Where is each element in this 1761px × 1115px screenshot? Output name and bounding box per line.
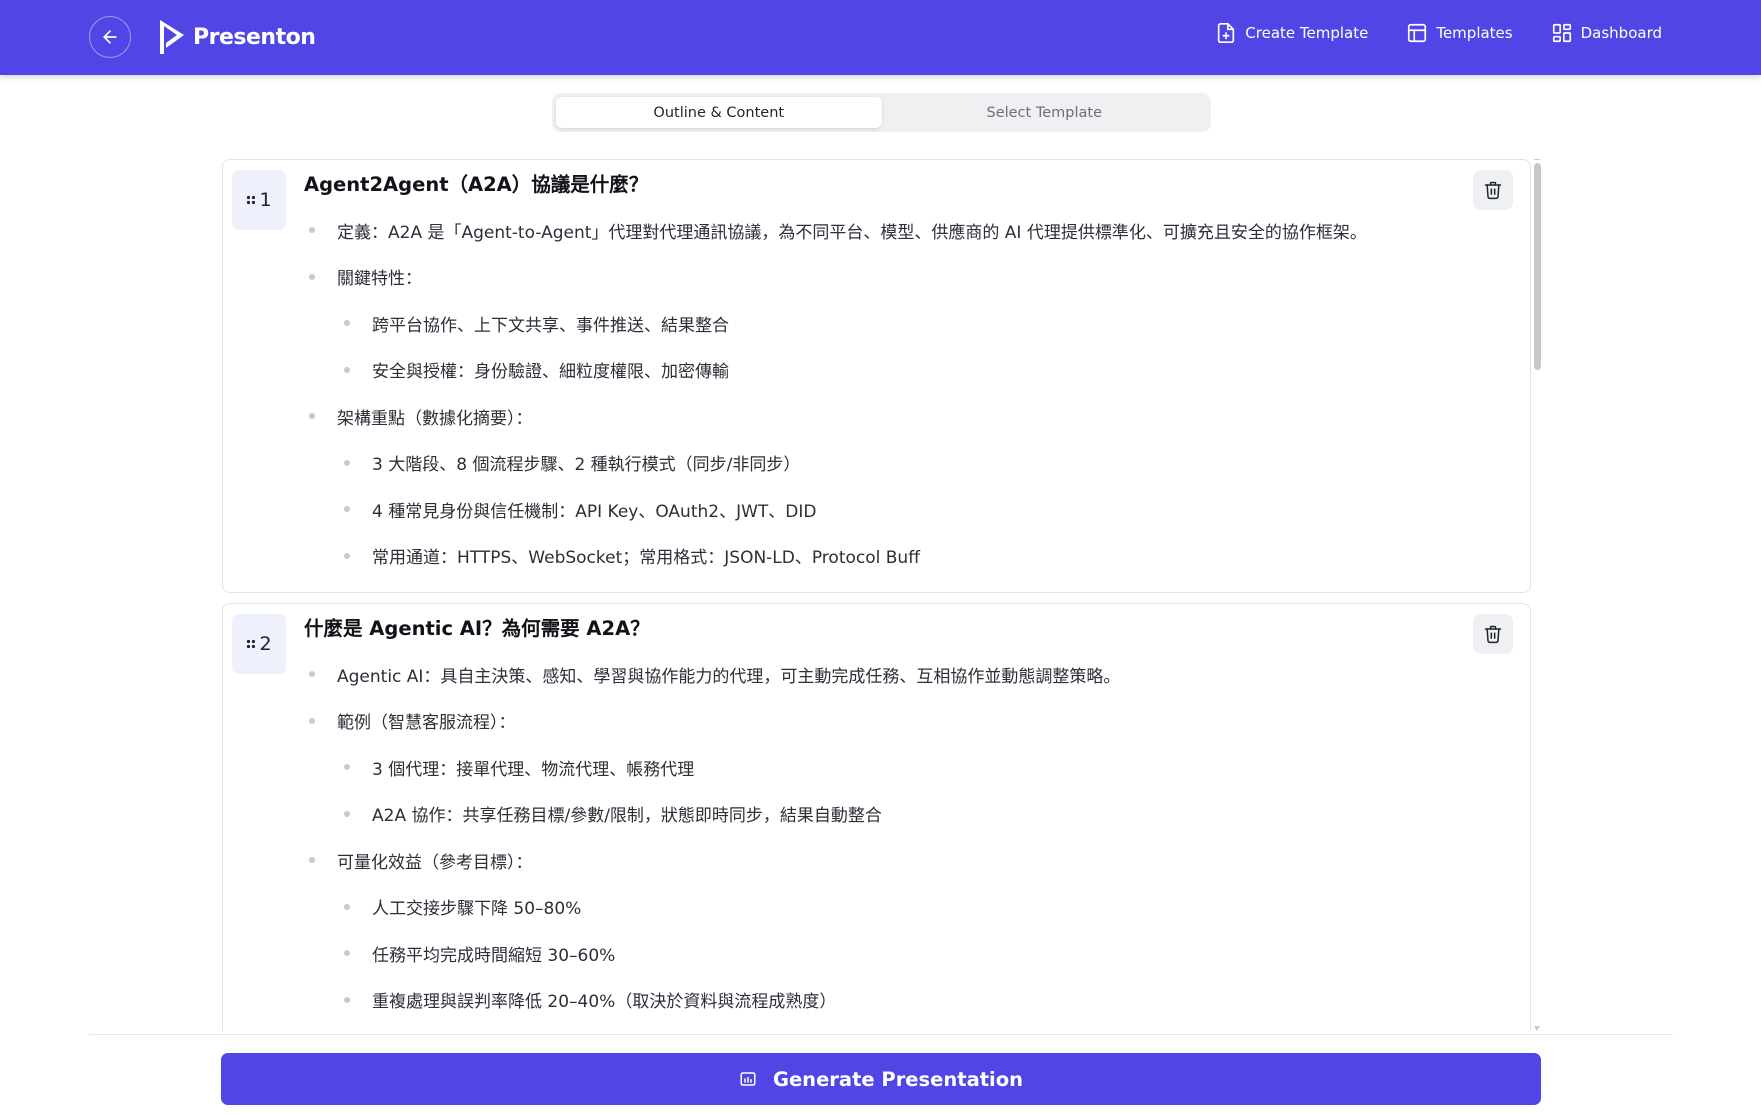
layout-icon: [1408, 23, 1427, 43]
file-plus-icon: [1218, 23, 1235, 43]
list-item: 3 大階段、8 個流程步驟、2 種執行模式（同步/非同步）: [311, 440, 1500, 487]
list-item: 關鍵特性：: [309, 254, 1500, 301]
top-nav: Create Template Templates Dashboard: [1177, 22, 1662, 44]
trash-icon: [1484, 181, 1502, 200]
scroll-down-icon[interactable]: [1534, 1026, 1540, 1031]
list-item: Agentic AI：具自主決策、感知、學習與協作能力的代理，可主動完成任務、互…: [309, 651, 1500, 698]
slide-card: 2 什麼是 Agentic AI？為何需要 A2A？ Agentic AI：具自…: [222, 603, 1531, 1031]
list-item: 定義：A2A 是「Agent-to-Agent」代理對代理通訊協議，為不同平台、…: [309, 207, 1500, 254]
delete-slide-button[interactable]: [1473, 614, 1513, 654]
nav-dashboard[interactable]: Dashboard: [1551, 22, 1662, 44]
slide-content[interactable]: 定義：A2A 是「Agent-to-Agent」代理對代理通訊協議，為不同平台、…: [309, 207, 1500, 580]
nav-create-template-label: Create Template: [1245, 24, 1369, 42]
list-item: 人工交接步驟下降 50–80%: [311, 884, 1500, 931]
brand-logo[interactable]: Presenton: [157, 17, 316, 57]
list-item: 4 種常見身份與信任機制：API Key、OAuth2、JWT、DID: [311, 486, 1500, 533]
slide-drag-handle[interactable]: 2: [232, 614, 286, 674]
grip-icon: [247, 639, 256, 649]
nav-templates-label: Templates: [1436, 24, 1513, 42]
grip-icon: [247, 195, 256, 205]
tab-select-template[interactable]: Select Template: [882, 97, 1208, 128]
slide-number: 2: [259, 633, 272, 655]
slide-number: 1: [259, 189, 272, 211]
arrow-left-icon: [103, 30, 117, 44]
outline-list[interactable]: 1 Agent2Agent（A2A）協議是什麼？ 定義：A2A 是「Agent-…: [220, 159, 1542, 1031]
slide-card: 1 Agent2Agent（A2A）協議是什麼？ 定義：A2A 是「Agent-…: [222, 159, 1531, 593]
outline-scrollbar[interactable]: [1533, 159, 1542, 1031]
slide-title[interactable]: 什麼是 Agentic AI？為何需要 A2A？: [304, 612, 650, 641]
list-item: 任務平均完成時間縮短 30–60%: [311, 930, 1500, 977]
list-item: 可量化效益（參考目標）：: [309, 837, 1500, 884]
list-item: 3 個代理：接單代理、物流代理、帳務代理: [311, 744, 1500, 791]
slide-title[interactable]: Agent2Agent（A2A）協議是什麼？: [304, 168, 648, 197]
list-item: 跨平台協作、上下文共享、事件推送、結果整合: [311, 300, 1500, 347]
brand-name: Presenton: [193, 24, 316, 50]
slide-content[interactable]: Agentic AI：具自主決策、感知、學習與協作能力的代理，可主動完成任務、互…: [309, 651, 1500, 1024]
list-item: 架構重點（數據化摘要）：: [309, 393, 1500, 440]
scroll-thumb[interactable]: [1534, 163, 1541, 370]
generate-presentation-label: Generate Presentation: [772, 1067, 1024, 1091]
nav-dashboard-label: Dashboard: [1580, 24, 1662, 42]
scroll-up-icon[interactable]: [1534, 159, 1540, 160]
ai-chart-icon: [740, 1072, 756, 1086]
step-tabs: Outline & Content Select Template: [552, 93, 1211, 132]
generate-presentation-button[interactable]: Generate Presentation: [221, 1053, 1541, 1105]
nav-create-template[interactable]: Create Template: [1215, 22, 1368, 44]
delete-slide-button[interactable]: [1473, 170, 1513, 210]
grid-icon: [1552, 23, 1571, 43]
trash-icon: [1484, 625, 1502, 644]
back-button[interactable]: [89, 16, 131, 58]
slide-drag-handle[interactable]: 1: [232, 170, 286, 230]
list-item: 範例（智慧客服流程）：: [309, 698, 1500, 745]
app-header: Presenton Create Template Templates Dash…: [0, 0, 1761, 75]
nav-templates[interactable]: Templates: [1406, 22, 1513, 44]
footer-divider: [89, 1034, 1673, 1035]
list-item: A2A 協作：共享任務目標/參數/限制，狀態即時同步，結果自動整合: [311, 791, 1500, 838]
list-item: 安全與授權：身份驗證、細粒度權限、加密傳輸: [311, 347, 1500, 394]
tab-outline-content[interactable]: Outline & Content: [556, 97, 882, 128]
list-item: 常用通道：HTTPS、WebSocket；常用格式：JSON-LD、Protoc…: [311, 533, 1500, 580]
list-item: 重複處理與誤判率降低 20–40%（取決於資料與流程成熟度）: [311, 977, 1500, 1024]
presenton-logo-icon: [160, 20, 184, 54]
